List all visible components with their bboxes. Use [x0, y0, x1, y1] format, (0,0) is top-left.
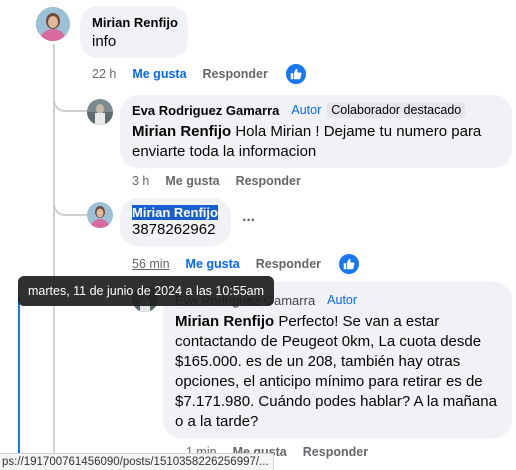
thumbs-up-icon[interactable]	[283, 62, 308, 86]
reply-button[interactable]: Responder	[303, 445, 368, 459]
avatar[interactable]	[87, 99, 113, 125]
comment-text-body: Perfecto! Se van a estar contactando de …	[175, 313, 497, 430]
thread-line-highlight	[18, 295, 20, 455]
comment-actions: 56 min Me gusta Responder	[132, 252, 362, 276]
comment-author-selected[interactable]: Mirian Renfijo	[132, 205, 218, 220]
more-options-button[interactable]: ···	[242, 212, 256, 230]
thread-connector-2	[53, 200, 87, 216]
author-badge: Autor	[291, 103, 322, 117]
comment-time[interactable]: 56 min	[132, 257, 170, 271]
top-contributor-badge: Colaborador destacado	[327, 102, 466, 118]
mention-link[interactable]: Mirian Renfijo	[132, 123, 231, 140]
comment-time[interactable]: 22 h	[92, 67, 116, 81]
mention-link[interactable]: Mirian Renfijo	[175, 313, 274, 330]
thread-line-main	[53, 44, 55, 469]
thumbs-up-icon[interactable]	[337, 252, 362, 276]
avatar-photo-icon	[87, 99, 113, 125]
comment-author[interactable]: Eva Rodriguez Gamarra	[132, 103, 279, 118]
avatar-photo-icon	[36, 7, 70, 41]
comment-text: Mirian Renfijo Hola Mirian ! Dejame tu n…	[132, 122, 502, 162]
comment-text: info	[92, 33, 117, 50]
comment-time[interactable]: 3 h	[132, 174, 149, 188]
comment-bubble: Mirian Renfijo 3878262962	[120, 198, 231, 246]
like-button[interactable]: Me gusta	[165, 174, 219, 188]
status-bar-url: ps://191700761456090/posts/1510358226256…	[0, 453, 274, 470]
comment-author[interactable]: Mirian Renfijo	[132, 205, 218, 220]
avatar[interactable]	[87, 202, 113, 228]
comment-author[interactable]: Mirian Renfijo	[92, 15, 178, 30]
comment-text: Mirian Renfijo Perfecto! Se van a estar …	[175, 312, 505, 432]
author-badge: Autor	[327, 293, 358, 307]
reply-button[interactable]: Responder	[236, 174, 301, 188]
timestamp-tooltip: martes, 11 de junio de 2024 a las 10:55a…	[18, 276, 275, 306]
comment-actions: 3 h Me gusta Responder	[132, 170, 317, 192]
avatar[interactable]	[36, 7, 70, 41]
comment-actions: 22 h Me gusta Responder	[92, 62, 308, 86]
like-button[interactable]: Me gusta	[186, 257, 240, 271]
thread-connector-1	[53, 96, 87, 112]
comment-header: Eva Rodriguez Gamarra Autor Colaborador …	[132, 102, 466, 118]
comment-text: 3878262962	[132, 221, 216, 238]
comment-bubble: Mirian Renfijo info	[80, 6, 188, 58]
reply-button[interactable]: Responder	[203, 67, 268, 81]
reply-button[interactable]: Responder	[256, 257, 321, 271]
avatar-photo-icon	[87, 202, 113, 228]
comment-bubble: Eva Rodriguez Gamarra Autor Colaborador …	[120, 95, 512, 168]
like-button[interactable]: Me gusta	[132, 67, 186, 81]
